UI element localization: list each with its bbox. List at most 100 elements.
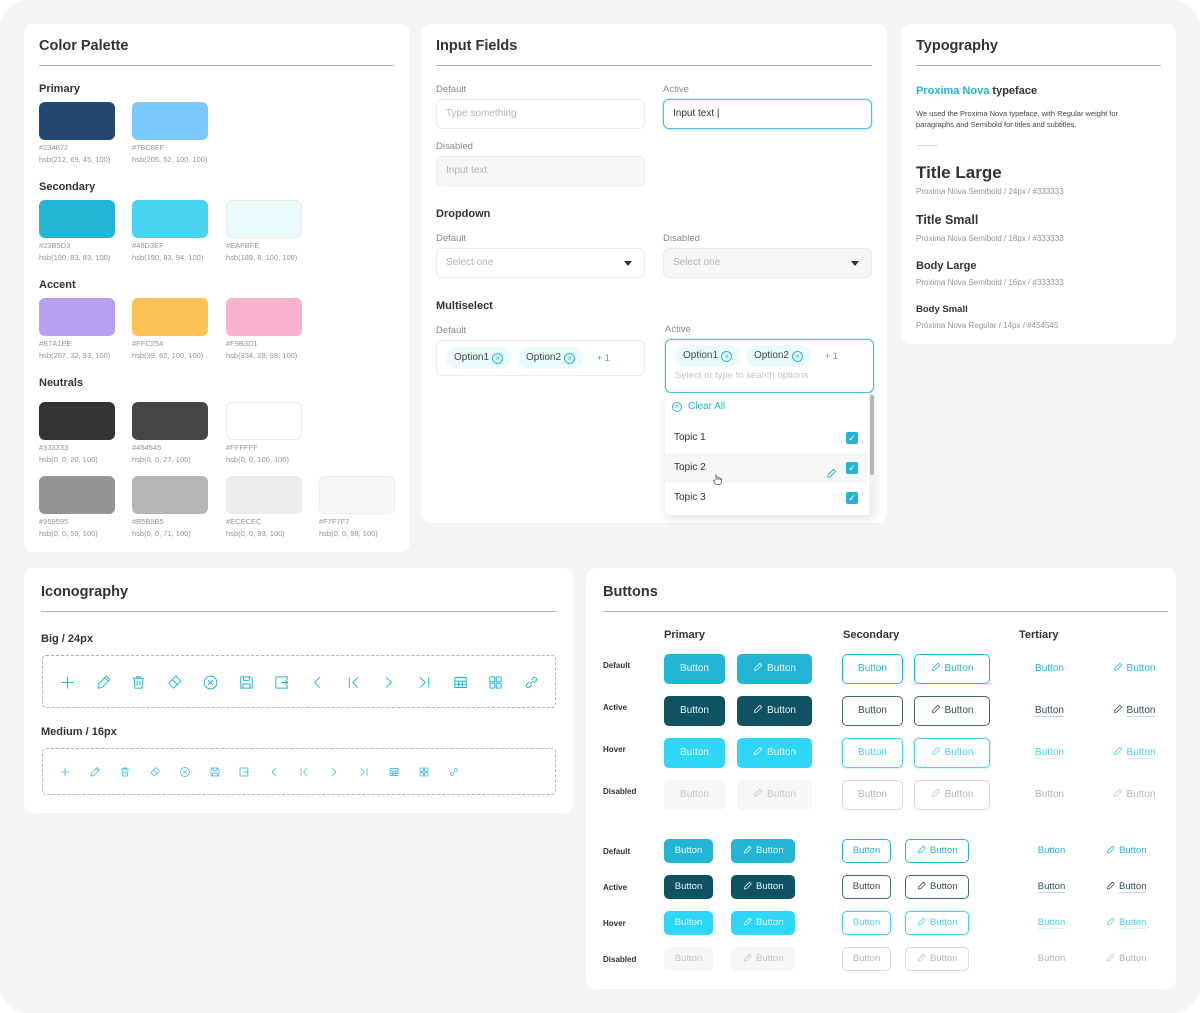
secondary-button[interactable]: Button (914, 654, 990, 684)
primary-button[interactable]: Button (731, 839, 795, 863)
close-circle-icon[interactable]: × (564, 353, 576, 364)
primary-button[interactable]: Button (664, 696, 725, 726)
swatch-hex: #EAFBFE (226, 241, 260, 250)
primary-button[interactable]: Button (737, 738, 812, 768)
close-circle-icon (202, 674, 219, 691)
scrollbar-track[interactable] (869, 393, 875, 515)
secondary-button[interactable]: Button (914, 696, 990, 726)
close-circle-icon[interactable]: × (492, 353, 504, 364)
color-swatch (39, 476, 115, 514)
input-active-label: Active (663, 84, 689, 95)
button-label: Button (1119, 881, 1147, 893)
primary-button[interactable]: Button (731, 911, 795, 935)
option-topic-2[interactable]: Topic 2 ✓ (665, 453, 867, 485)
primary-button: Button (664, 780, 725, 810)
text-input-active[interactable]: Input text | (663, 99, 872, 129)
save-icon (238, 674, 255, 691)
secondary-button[interactable]: Button (842, 696, 903, 726)
last-page-icon (358, 766, 370, 778)
tertiary-button[interactable]: Button (1094, 839, 1158, 863)
secondary-button[interactable]: Button (905, 839, 969, 863)
swatch-hsb: hsb(0, 0, 59, 100) (39, 529, 98, 538)
dropdown-default-label: Default (436, 233, 467, 244)
tertiary-button[interactable]: Button (1019, 696, 1080, 726)
multiselect-active[interactable]: Option1 × Option2 × + 1 Select or type to … (665, 339, 874, 393)
tertiary-button[interactable]: Button (1027, 911, 1076, 935)
primary-button[interactable]: Button (664, 911, 713, 935)
button-label: Button (852, 881, 881, 892)
pencil-icon (931, 740, 941, 768)
button-label: Button (944, 705, 974, 716)
close-circle-icon[interactable]: × (792, 351, 804, 362)
chip-label: Option1 (454, 352, 490, 363)
pencil-icon (753, 697, 763, 727)
button-label: Button (852, 845, 881, 856)
chip-label: Option2 (754, 350, 790, 361)
link-icon (448, 766, 460, 778)
state-label-hover: Hover (603, 919, 626, 928)
pencil-icon (917, 913, 927, 935)
style-spec: Proxima Nova Semibold / 18px / #333333 (916, 234, 1064, 243)
button-label: Button (1126, 705, 1156, 717)
dropdown-default[interactable]: Select one (436, 248, 645, 278)
tertiary-button[interactable]: Button (1094, 875, 1158, 899)
primary-button[interactable]: Button (664, 738, 725, 768)
button-label: Button (1035, 663, 1064, 674)
secondary-button[interactable]: Button (905, 875, 969, 899)
secondary-button[interactable]: Button (914, 738, 990, 768)
option-topic-1[interactable]: Topic 1 ✓ (665, 423, 867, 453)
button-label: Button (1126, 663, 1156, 674)
close-circle-icon[interactable]: × (721, 351, 733, 362)
primary-button[interactable]: Button (737, 654, 812, 684)
multiselect-active-label: Active (665, 324, 691, 335)
secondary-button[interactable]: Button (842, 738, 903, 768)
tertiary-button[interactable]: Button (1019, 738, 1080, 768)
pencil-icon (743, 840, 753, 864)
tertiary-button[interactable]: Button (1027, 839, 1076, 863)
swatch-hex: #F7F7F7 (319, 517, 350, 526)
multiselect-default[interactable]: Option1 × Option2 × + 1 (436, 340, 645, 376)
tertiary-button[interactable]: Button (1096, 738, 1172, 768)
button-label: Button (930, 953, 958, 964)
button-label: Button (1126, 747, 1156, 759)
pencil-icon (1113, 697, 1123, 727)
checkbox-checked[interactable]: ✓ (846, 492, 858, 504)
checkbox-checked[interactable]: ✓ (846, 462, 858, 474)
grid-icon (418, 766, 430, 778)
more-count[interactable]: + 1 (597, 341, 610, 375)
tertiary-button[interactable]: Button (1094, 911, 1158, 935)
secondary-button[interactable]: Button (905, 911, 969, 935)
swatch-hsb: hsb(39, 62, 100, 100) (132, 351, 204, 360)
secondary-button[interactable]: Button (842, 911, 891, 935)
primary-button[interactable]: Button (737, 696, 812, 726)
tertiary-button[interactable]: Button (1019, 654, 1080, 684)
color-swatch (39, 102, 115, 140)
secondary-button[interactable]: Button (842, 875, 891, 899)
color-swatch (226, 402, 302, 440)
text-input-default[interactable]: Type something (436, 99, 645, 129)
primary-button[interactable]: Button (664, 654, 725, 684)
more-count[interactable]: + 1 (825, 340, 838, 372)
swatch-hex: #B7A1EE (39, 339, 72, 348)
tertiary-button[interactable]: Button (1027, 875, 1076, 899)
secondary-button[interactable]: Button (842, 654, 903, 684)
scrollbar-thumb[interactable] (870, 395, 874, 475)
divider (41, 611, 556, 612)
primary-button[interactable]: Button (664, 839, 713, 863)
primary-button[interactable]: Button (664, 875, 713, 899)
input-default-label: Default (436, 84, 467, 95)
checkbox-checked[interactable]: ✓ (846, 432, 858, 444)
color-swatch (132, 298, 208, 336)
multiselect-options-panel: × Clear All Topic 1 ✓ Topic 2 ✓ Topic 3 ✓ (665, 393, 875, 515)
tertiary-button[interactable]: Button (1096, 696, 1172, 726)
primary-button[interactable]: Button (731, 875, 795, 899)
chevron-right-icon (328, 766, 340, 778)
secondary-button[interactable]: Button (842, 839, 891, 863)
search-placeholder[interactable]: Select or type to search options (675, 367, 808, 385)
option-topic-3[interactable]: Topic 3 ✓ (665, 483, 867, 513)
card-title: Iconography (41, 584, 129, 600)
card-title: Input Fields (436, 38, 518, 54)
clear-all-button[interactable]: × Clear All (672, 401, 725, 412)
primary-button: Button (664, 947, 713, 971)
tertiary-button[interactable]: Button (1096, 654, 1172, 684)
